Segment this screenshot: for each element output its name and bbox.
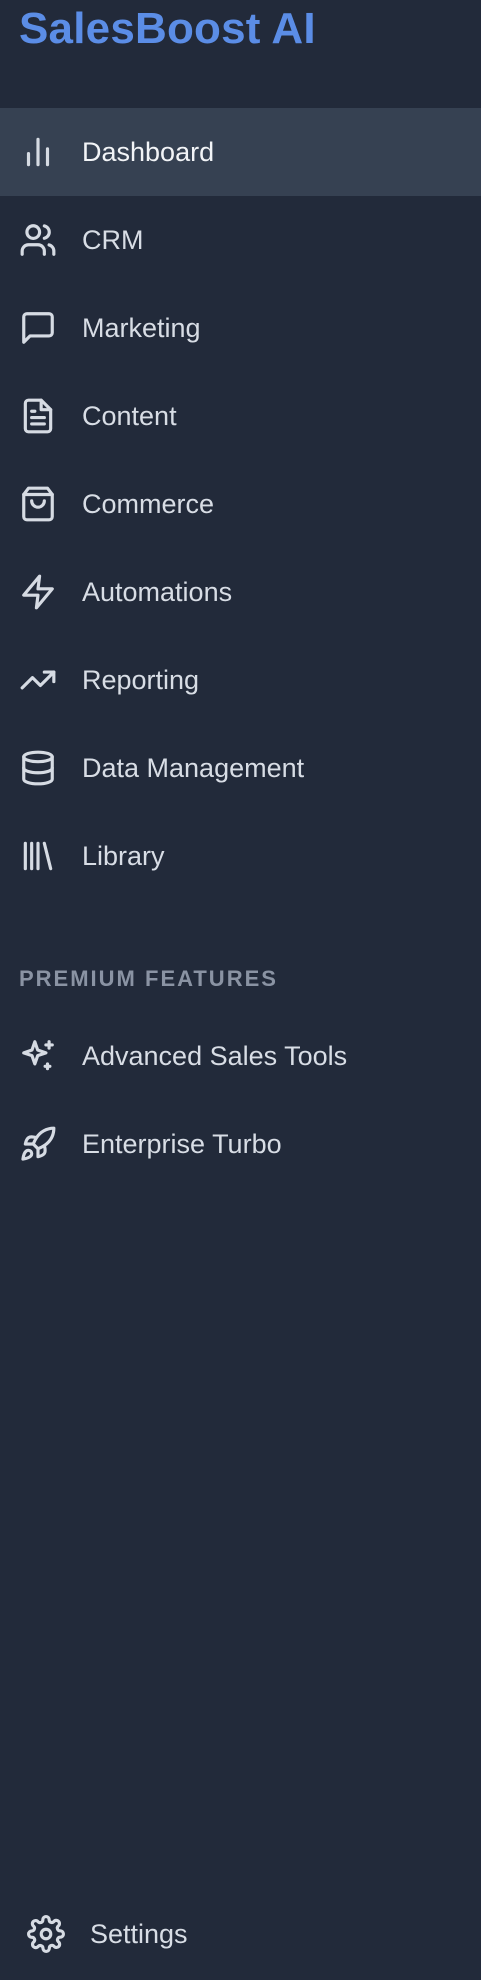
sidebar-item-label: CRM xyxy=(82,224,144,255)
sidebar-item-label: Commerce xyxy=(82,488,215,519)
sidebar-item-library[interactable]: Library xyxy=(0,812,481,900)
sidebar-item-automations[interactable]: Automations xyxy=(0,548,481,636)
library-icon xyxy=(19,837,57,875)
sidebar-item-label: Dashboard xyxy=(82,136,215,167)
settings-label: Settings xyxy=(90,1918,188,1949)
premium-features-heading: PREMIUM FEATURES xyxy=(19,966,278,991)
bar-chart-icon xyxy=(19,133,57,171)
sidebar: SalesBoost AI Dashboard CRM Marketing Co… xyxy=(0,0,481,1980)
settings-button[interactable]: Settings xyxy=(0,1890,481,1978)
rocket-icon xyxy=(19,1125,57,1163)
zap-icon xyxy=(19,573,57,611)
sidebar-item-label: Content xyxy=(82,400,177,431)
trending-up-icon xyxy=(19,661,57,699)
sparkles-icon xyxy=(19,1037,57,1075)
sidebar-item-content[interactable]: Content xyxy=(0,372,481,460)
file-text-icon xyxy=(19,397,57,435)
gear-icon xyxy=(27,1915,65,1953)
sidebar-item-reporting[interactable]: Reporting xyxy=(0,636,481,724)
brand-logo-text[interactable]: SalesBoost AI xyxy=(19,0,316,58)
sidebar-item-crm[interactable]: CRM xyxy=(0,196,481,284)
sidebar-item-label: Data Management xyxy=(82,752,305,783)
sidebar-item-label: Advanced Sales Tools xyxy=(82,1040,348,1071)
users-icon xyxy=(19,221,57,259)
database-icon xyxy=(19,749,57,787)
sidebar-item-label: Marketing xyxy=(82,312,201,343)
sidebar-item-dashboard[interactable]: Dashboard xyxy=(0,108,481,196)
sidebar-item-label: Enterprise Turbo xyxy=(82,1128,282,1159)
message-square-icon xyxy=(19,309,57,347)
sidebar-item-label: Library xyxy=(82,840,165,871)
sidebar-item-label: Automations xyxy=(82,576,233,607)
shopping-bag-icon xyxy=(19,485,57,523)
sidebar-item-data-management[interactable]: Data Management xyxy=(0,724,481,812)
sidebar-item-enterprise-turbo[interactable]: Enterprise Turbo xyxy=(0,1100,481,1188)
sidebar-item-label: Reporting xyxy=(82,664,200,695)
sidebar-item-advanced-sales-tools[interactable]: Advanced Sales Tools xyxy=(0,1012,481,1100)
sidebar-item-marketing[interactable]: Marketing xyxy=(0,284,481,372)
sidebar-item-commerce[interactable]: Commerce xyxy=(0,460,481,548)
